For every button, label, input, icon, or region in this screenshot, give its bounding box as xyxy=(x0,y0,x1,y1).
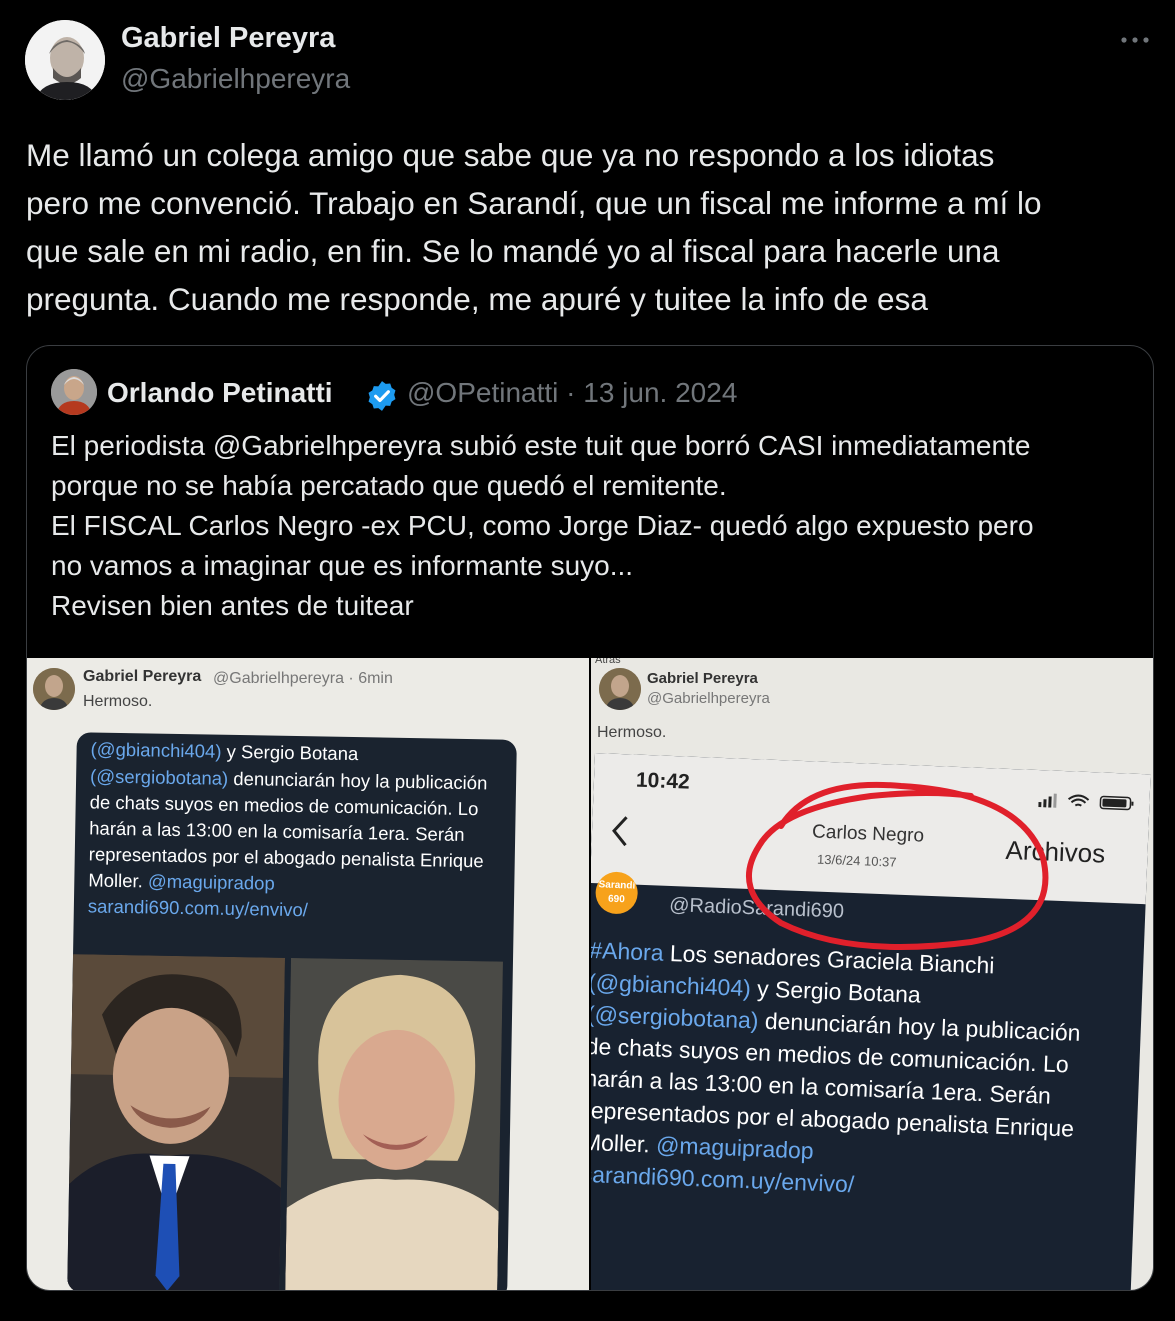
media-image-left[interactable]: Gabriel Pereyra @Gabrielhpereyra · 6min … xyxy=(27,658,589,1290)
quote-author-name[interactable]: Orlando Petinatti xyxy=(107,377,333,409)
quote-handle-date: @OPetinatti · 13 jun. 2024 xyxy=(407,377,738,408)
quote-text-line: El periodista @Gabrielhpereyra subió est… xyxy=(51,430,1031,461)
tweet-text-line: Me llamó un colega amigo que sabe que ya… xyxy=(26,137,995,173)
tweet-text-line: pero me convenció. Trabajo en Sarandí, q… xyxy=(26,185,1042,221)
quoted-tweet[interactable]: Orlando Petinatti @OPetinatti · 13 jun. … xyxy=(26,345,1154,1291)
card-text: Moller. xyxy=(88,869,149,892)
tweet-text: Me llamó un colega amigo que sabe que ya… xyxy=(26,131,1151,323)
quote-text-line: El FISCAL Carlos Negro -ex PCU, como Jor… xyxy=(51,510,1034,541)
card-text: representados por el abogado penalista E… xyxy=(88,843,484,872)
screenshot-card: (@gbianchi404) y Sergio Botana (@sergiob… xyxy=(67,732,517,1290)
card-text: denunciarán hoy la publicación xyxy=(228,767,488,794)
quote-author-avatar[interactable] xyxy=(51,369,97,415)
more-options-button[interactable] xyxy=(1120,26,1150,46)
quote-avatar-image xyxy=(51,369,97,415)
media-image-right[interactable]: Atrás Gabriel Pereyra @Gabrielhpereyra H… xyxy=(591,658,1153,1290)
verified-badge-icon xyxy=(368,381,396,411)
quote-text-line: Revisen bien antes de tuitear xyxy=(51,590,414,621)
author-handle[interactable]: @Gabrielhpereyra xyxy=(121,63,350,95)
card-link: (@gbianchi404) xyxy=(90,738,222,762)
quote-text-line: porque no se había percatado que quedó e… xyxy=(51,470,727,501)
card-text: y Sergio Botana xyxy=(221,740,359,765)
screenshot-author-name: Gabriel Pereyra xyxy=(83,668,202,685)
photo-senator-left xyxy=(67,954,286,1290)
quote-text: El periodista @Gabrielhpereyra subió est… xyxy=(51,426,1141,626)
card-link: sarandi690.com.uy/envivo/ xyxy=(87,895,309,921)
card-text: de chats suyos en medios de comunicación… xyxy=(89,791,479,820)
photo-senator-right xyxy=(285,957,503,1290)
screenshot-handle-time: @Gabrielhpereyra · 6min xyxy=(213,670,393,687)
screenshot-avatar xyxy=(33,668,75,710)
tweet-text-line: que sale en mi radio, en fin. Se lo mand… xyxy=(26,233,1000,269)
tweet-text-line: pregunta. Cuando me responde, me apuré y… xyxy=(26,281,928,317)
author-avatar-image xyxy=(25,20,105,100)
card-text: harán a las 13:00 en la comisaría 1era. … xyxy=(89,817,465,845)
quote-text-line: no vamos a imaginar que es informante su… xyxy=(51,550,634,581)
author-name[interactable]: Gabriel Pereyra xyxy=(121,22,335,55)
card-link: (@sergiobotana) xyxy=(89,765,229,789)
author-avatar[interactable] xyxy=(25,20,105,100)
card-link: @maguipradop xyxy=(147,870,275,894)
screenshot-caption: Hermoso. xyxy=(83,693,153,710)
more-horizontal-icon xyxy=(1121,37,1149,43)
red-circle-annotation xyxy=(745,781,1049,950)
